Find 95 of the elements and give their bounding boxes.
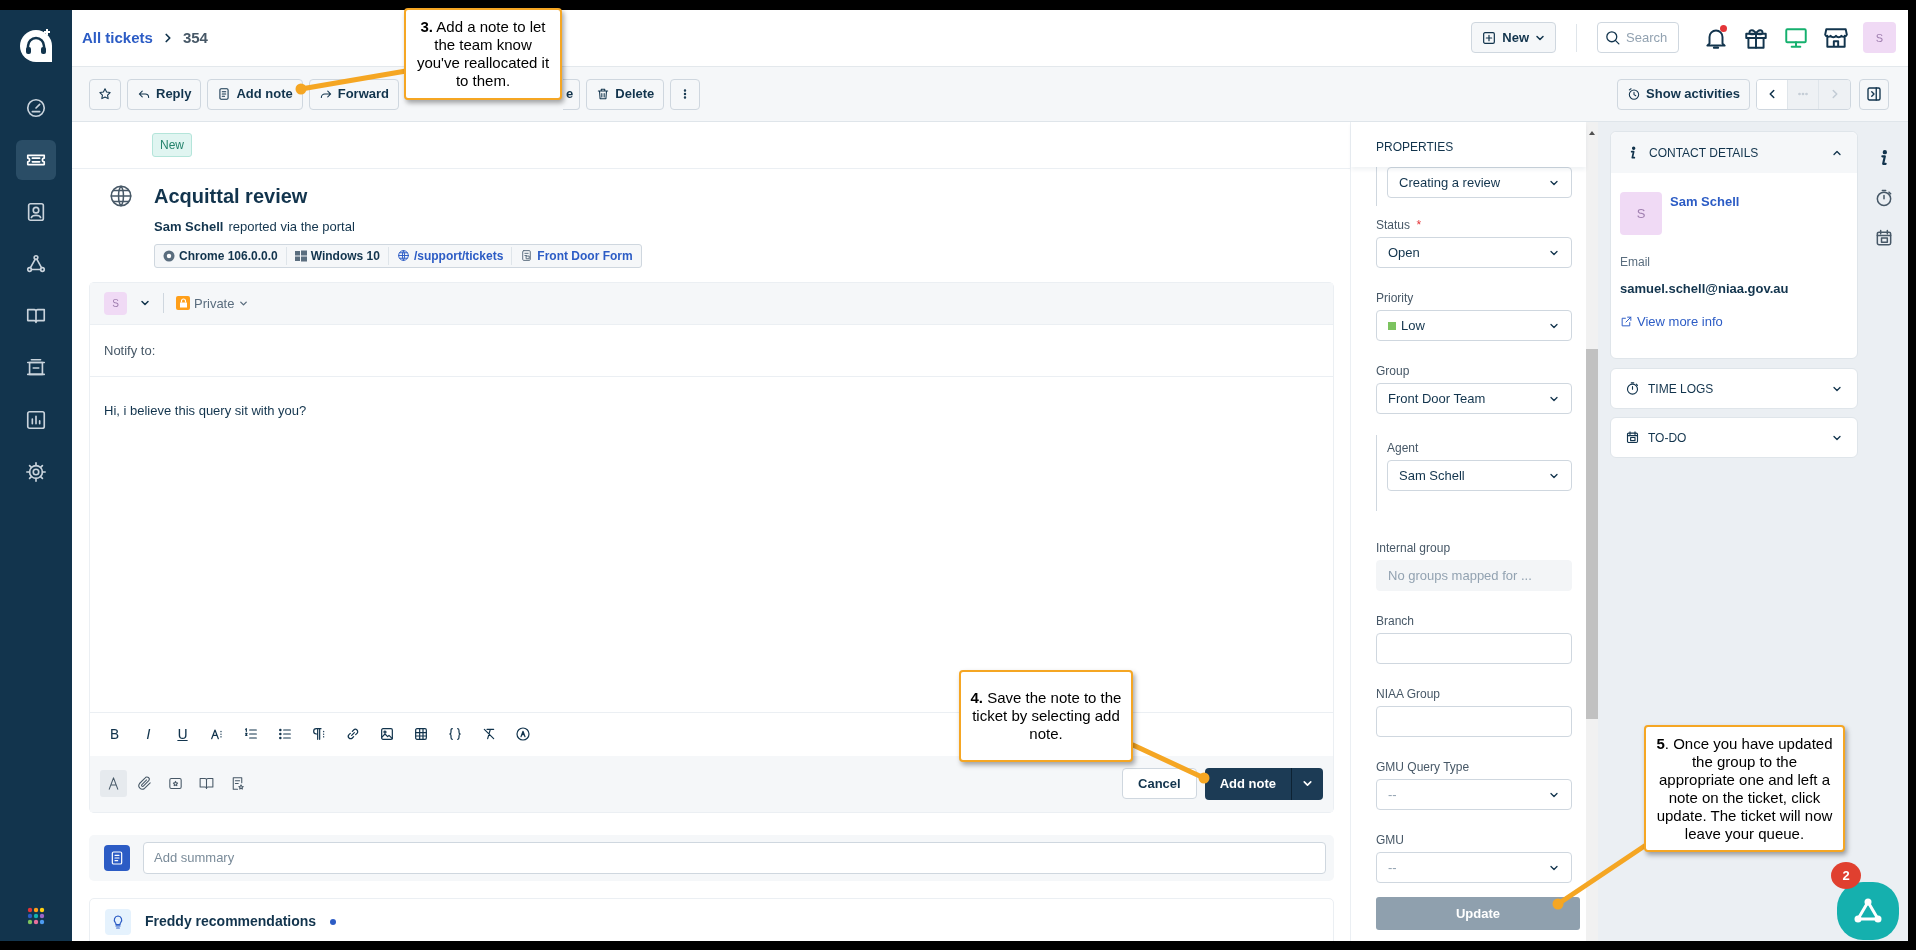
panel-icon	[1865, 85, 1883, 104]
field-label: GMU	[1376, 833, 1404, 848]
notify-label: Notify to:	[104, 341, 156, 360]
calendar-icon	[1625, 430, 1640, 446]
select-field[interactable]: Sam Schell	[1387, 460, 1572, 492]
stopwatch-icon	[1874, 188, 1894, 209]
external-link-icon	[1620, 315, 1633, 329]
italic-button[interactable]: I	[136, 721, 161, 747]
reply-button[interactable]: Reply	[127, 78, 202, 110]
collapsible-panel[interactable]: TO-DO	[1610, 417, 1858, 459]
show-activities-button[interactable]: Show activities	[1617, 78, 1750, 110]
field-label: Branch	[1376, 614, 1415, 629]
select-field[interactable]: Front Door Team	[1376, 383, 1572, 415]
network-icon	[1853, 897, 1883, 925]
form-icon	[520, 249, 534, 263]
card-title: TO-DO	[1648, 429, 1687, 447]
field-label: Internal group	[1376, 541, 1451, 556]
dashboard-icon	[25, 97, 47, 119]
field-label: Agent	[1387, 441, 1419, 456]
meta-text: Windows 10	[310, 247, 380, 265]
text-field[interactable]	[1376, 633, 1572, 665]
note-text: Hi, i believe this query sit with you?	[104, 402, 307, 418]
chart-icon	[25, 409, 47, 431]
collapsible-panel[interactable]: TIME LOGS	[1610, 368, 1858, 410]
star-icon	[98, 87, 112, 102]
meta-text: Chrome 106.0.0.0	[179, 247, 278, 265]
status-tag: New	[152, 133, 192, 158]
source-text: reported via the portal	[228, 219, 355, 235]
meta-link[interactable]: /support/tickets	[413, 246, 504, 265]
visibility-dropdown[interactable]: Private	[176, 293, 250, 314]
text-field[interactable]	[1376, 706, 1572, 738]
trash-icon	[596, 87, 611, 102]
freddy-title: Freddy recommendations	[145, 912, 317, 932]
search-field[interactable]: Search	[1597, 22, 1679, 54]
contact-avatar: S	[1620, 192, 1662, 236]
table-icon	[412, 726, 429, 743]
required-mark: *	[1416, 218, 1422, 233]
bold-button[interactable]: B	[102, 721, 127, 747]
windows-icon	[294, 249, 307, 262]
sidebar-item[interactable]	[16, 140, 56, 180]
requester-name[interactable]: Sam Schell	[154, 219, 224, 235]
network-icon	[25, 253, 47, 275]
card-title: CONTACT DETAILS	[1649, 144, 1759, 162]
panel-toggle-button[interactable]	[1859, 78, 1889, 110]
text-color-icon	[514, 726, 531, 743]
underline-button[interactable]: U	[170, 721, 195, 747]
browser-icon	[163, 249, 175, 262]
field-label: Group	[1376, 364, 1410, 379]
toolbar-button[interactable]: e	[563, 78, 581, 110]
delete-button[interactable]: Delete	[586, 78, 665, 110]
contact-name-link[interactable]: Sam Schell	[1670, 192, 1740, 236]
plus-icon	[1481, 29, 1498, 46]
settings-icon	[25, 461, 47, 483]
contact-card-icon	[25, 201, 47, 223]
email-text: samuel.schell@niaa.gov.au	[1620, 281, 1789, 297]
field-label: Status	[1376, 218, 1411, 233]
add-note-button[interactable]: Add note	[207, 78, 303, 110]
ticket-number: 354	[182, 27, 208, 48]
card-title: TIME LOGS	[1648, 380, 1714, 398]
text-format-button[interactable]	[100, 770, 127, 798]
view-more-link[interactable]: View more info	[1637, 311, 1723, 332]
field-label: Priority	[1376, 291, 1414, 306]
field-label: Email	[1620, 255, 1650, 270]
lock-icon	[176, 296, 190, 311]
field-label: GMU Query Type	[1376, 760, 1470, 775]
callout: 5. Once you have updated the group to the appropriate one and left a note on the ticket, click update. The ticket will now leave your queue.	[1644, 725, 1845, 852]
search-icon	[1604, 29, 1621, 47]
stopwatch-icon	[1625, 381, 1640, 397]
select-field[interactable]: Open	[1376, 237, 1572, 269]
cancel-button[interactable]: Cancel	[1122, 768, 1197, 800]
add-note-button[interactable]: Add note	[1204, 767, 1291, 800]
summary-icon	[109, 849, 125, 866]
code-icon	[446, 726, 463, 743]
scrollbar[interactable]	[1586, 122, 1598, 941]
disabled-field: No groups mapped for ...	[1376, 560, 1572, 592]
paperclip-icon	[136, 775, 153, 793]
globe-icon	[396, 249, 410, 263]
app-switcher-icon[interactable]	[27, 907, 45, 925]
ticket-title: Acquittal review	[154, 184, 309, 210]
new-button[interactable]: New	[1471, 22, 1556, 54]
select-field[interactable]: Creating a review	[1387, 167, 1572, 199]
panel-title: PROPERTIES	[1376, 140, 1454, 155]
note-icon	[217, 87, 232, 102]
callout: 4. Save the note to the ticket by selecting add note.	[959, 670, 1133, 762]
callout: 3. Add a note to let the team know you've reallocated it to them.	[404, 8, 562, 100]
summary-field[interactable]: Add summary	[143, 841, 1326, 874]
dropdown-button[interactable]	[1291, 767, 1323, 800]
paragraph-icon	[310, 726, 327, 743]
field-label: NIAA Group	[1376, 687, 1441, 702]
image-icon	[378, 726, 395, 743]
clock-icon	[1627, 87, 1642, 102]
select-field[interactable]: Low	[1376, 310, 1572, 342]
meta-link[interactable]: Front Door Form	[537, 246, 633, 265]
star-button[interactable]	[89, 78, 121, 110]
breadcrumb-link[interactable]: All tickets	[82, 26, 153, 50]
